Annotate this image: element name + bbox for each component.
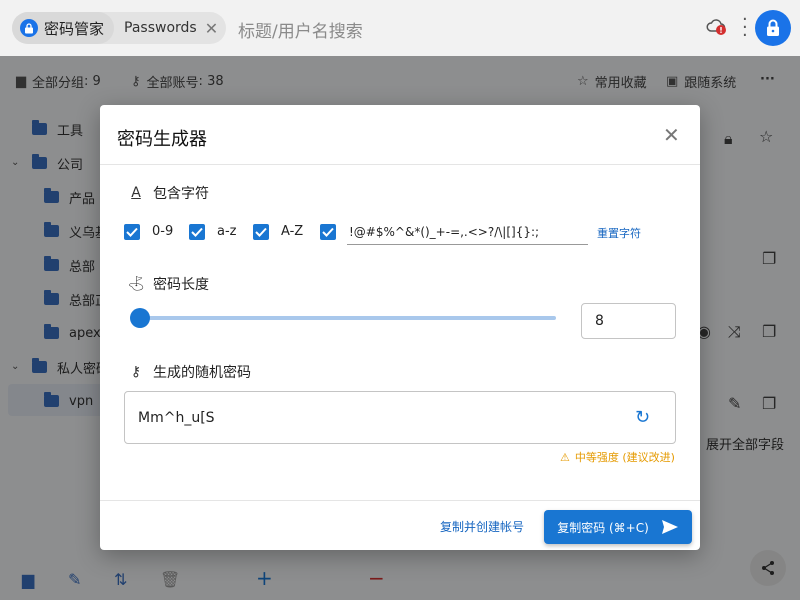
length-section: ⛳︎ 密码长度: [127, 274, 209, 294]
key-icon: ⚷: [130, 364, 142, 380]
top-bar: 密码管家 Passwords ✕ 标题/用户名搜索 · · ·: [0, 0, 800, 56]
checkbox-digits-label: 0-9: [152, 224, 174, 239]
lock-app-button[interactable]: [755, 10, 791, 46]
include-chars-label: 包含字符: [153, 186, 209, 202]
special-chars-input[interactable]: [347, 219, 588, 245]
golf-flag-icon: ⛳︎: [127, 276, 145, 292]
generated-label: 生成的随机密码: [153, 365, 251, 381]
checkbox-uppercase-label: A-Z: [281, 224, 304, 239]
more-vert-icon[interactable]: · · ·: [742, 11, 748, 45]
close-tab-icon[interactable]: ✕: [205, 19, 218, 38]
reset-chars-button[interactable]: 重置字符: [597, 225, 641, 241]
tab-app-label: 密码管家: [44, 19, 105, 38]
checkbox-lowercase[interactable]: [189, 224, 205, 240]
search-input[interactable]: 标题/用户名搜索: [238, 17, 363, 42]
password-generator-dialog: 密码生成器 ✕ A 包含字符 0-9 a-z A-Z 重置字符 ⛳︎ 密码长度 …: [100, 105, 700, 550]
checkbox-lowercase-label: a-z: [217, 224, 237, 239]
dialog-title: 密码生成器: [117, 129, 207, 150]
regenerate-icon[interactable]: ↻: [635, 407, 650, 428]
length-slider-thumb[interactable]: [130, 308, 150, 328]
lock-icon: [20, 19, 38, 37]
copy-password-label: 复制密码 (⌘+C): [557, 520, 649, 535]
tab-app[interactable]: 密码管家: [12, 12, 115, 44]
close-icon[interactable]: ✕: [663, 123, 680, 147]
divider: [100, 500, 700, 501]
copy-password-button[interactable]: 复制密码 (⌘+C): [544, 510, 692, 544]
strength-text: 中等强度 (建议改进): [574, 451, 675, 464]
length-input[interactable]: [581, 303, 676, 339]
include-chars-section: A 包含字符: [127, 183, 209, 203]
length-label: 密码长度: [153, 277, 209, 293]
send-icon: [661, 520, 678, 534]
checkbox-uppercase[interactable]: [253, 224, 269, 240]
generated-password-field[interactable]: Mm^h_u[S ↻: [124, 391, 676, 444]
warning-icon: ⚠: [560, 450, 570, 464]
copy-and-create-button[interactable]: 复制并创建帐号: [440, 518, 524, 535]
tab-group: 密码管家 Passwords ✕: [12, 12, 227, 44]
checkbox-digits[interactable]: [124, 224, 140, 240]
checkbox-special[interactable]: [320, 224, 336, 240]
cloud-sync-error-icon[interactable]: [706, 18, 728, 40]
tab-passwords[interactable]: Passwords ✕: [114, 12, 226, 44]
length-slider-track[interactable]: [140, 316, 556, 320]
tab-passwords-label: Passwords: [124, 20, 197, 36]
generated-password[interactable]: Mm^h_u[S: [138, 410, 215, 426]
text-format-icon: A: [131, 185, 141, 201]
strength-indicator: ⚠ 中等强度 (建议改进): [560, 449, 675, 465]
generated-section: ⚷ 生成的随机密码: [127, 362, 251, 382]
divider: [100, 164, 700, 165]
